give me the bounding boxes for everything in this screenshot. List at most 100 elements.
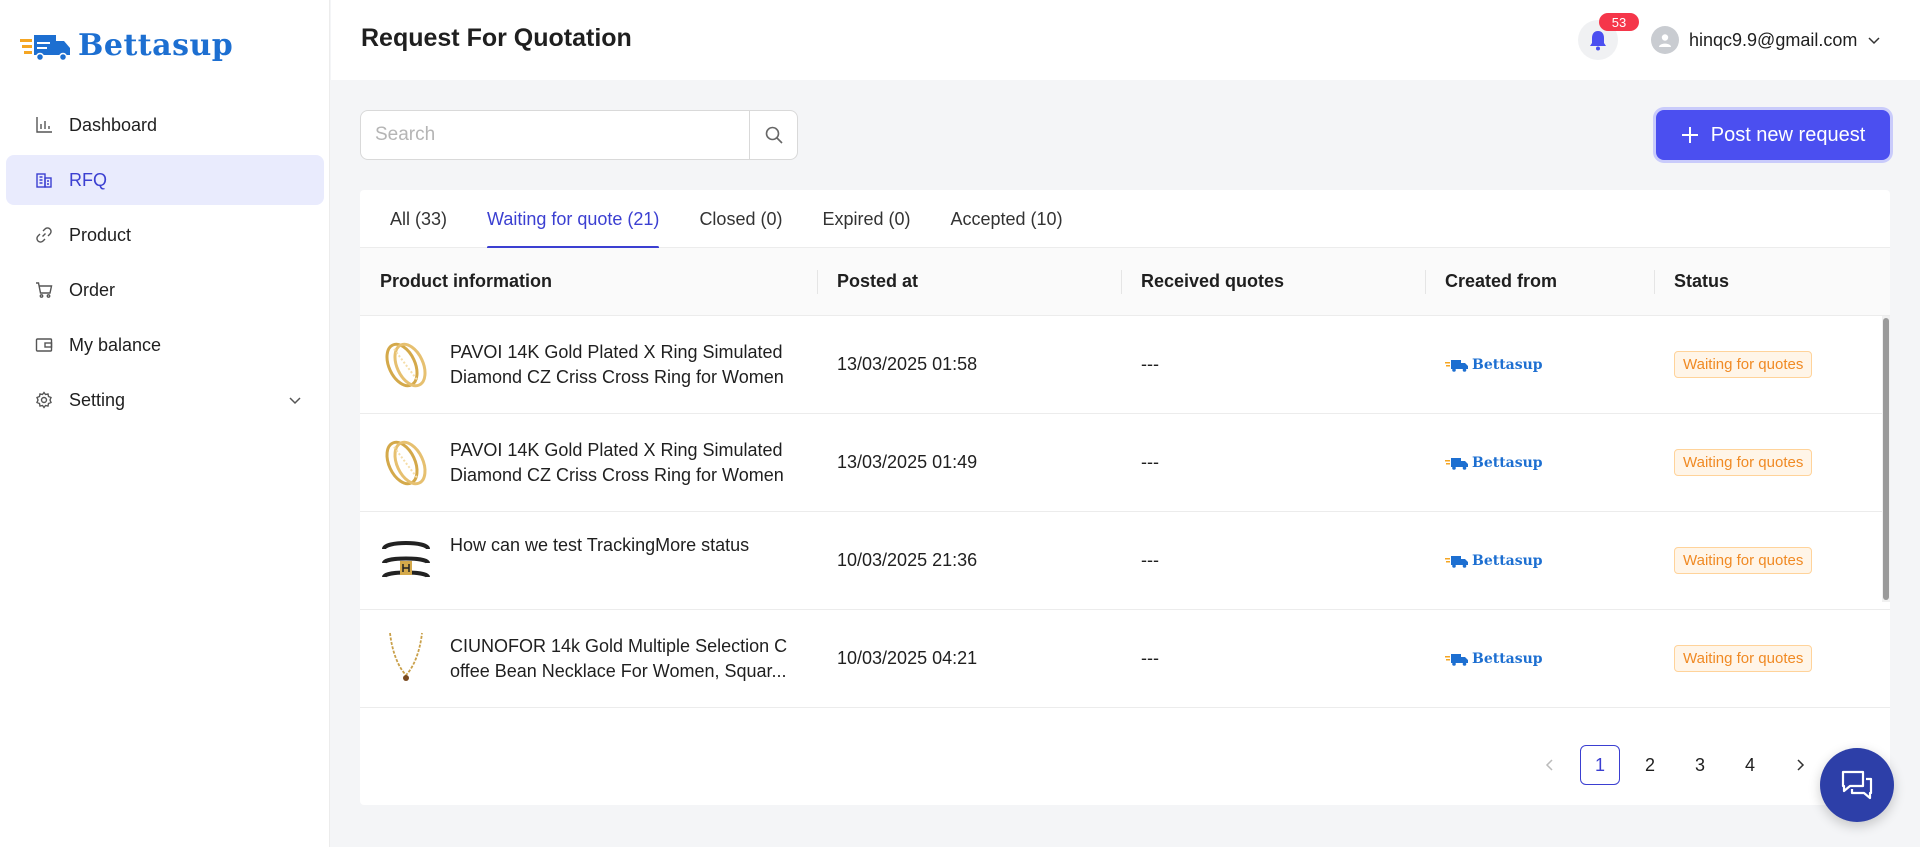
search-input[interactable] xyxy=(361,111,749,159)
product-thumbnail-ring xyxy=(385,440,427,485)
tab-waiting-for-quote[interactable]: Waiting for quote (21) xyxy=(487,190,660,249)
received-quotes: --- xyxy=(1141,452,1159,472)
notification-count-badge: 53 xyxy=(1599,13,1639,31)
sidebar-item-label: Setting xyxy=(69,389,126,410)
user-menu[interactable]: hinqc9.9@gmail.com xyxy=(1651,26,1881,54)
sidebar-item-my-balance[interactable]: My balance xyxy=(6,320,324,370)
sidebar-item-dashboard[interactable]: Dashboard xyxy=(6,100,324,150)
sidebar-item-label: RFQ xyxy=(69,169,107,190)
posted-at: 13/03/2025 01:49 xyxy=(837,452,978,472)
table-scrollbar[interactable] xyxy=(1882,316,1890,602)
sidebar-item-setting[interactable]: Setting xyxy=(6,375,324,425)
logo-truck-icon xyxy=(1445,653,1468,666)
next-page-button[interactable] xyxy=(1780,745,1820,785)
link-icon xyxy=(34,225,54,245)
prev-page-button[interactable] xyxy=(1530,745,1570,785)
top-header: Request For Quotation 53 hinqc9.9@gmail.… xyxy=(331,0,1920,80)
chevron-down-icon[interactable] xyxy=(288,391,302,412)
column-header-posted-at: Posted at xyxy=(817,248,1121,315)
table-header: Product information Posted at Received q… xyxy=(360,248,1890,316)
product-thumbnail-bracelet xyxy=(382,540,430,579)
column-header-product: Product information xyxy=(380,271,552,291)
table-body: PAVOI 14K Gold Plated X Ring Simulated D… xyxy=(360,316,1890,709)
created-from-text: Bettasup xyxy=(1472,356,1543,373)
product-name[interactable]: How can we test TrackingMore status xyxy=(450,533,800,558)
chat-button[interactable] xyxy=(1820,748,1894,822)
received-quotes: --- xyxy=(1141,354,1159,374)
brand-logo[interactable]: Bettasup xyxy=(20,28,233,63)
logo-truck-icon xyxy=(1445,457,1468,470)
user-icon xyxy=(1659,34,1671,47)
product-name[interactable]: PAVOI 14K Gold Plated X Ring Simulated D… xyxy=(450,340,800,390)
sidebar-item-product[interactable]: Product xyxy=(6,210,324,260)
chat-icon xyxy=(1841,770,1873,800)
created-from-logo: Bettasup xyxy=(1445,651,1543,667)
bell-icon xyxy=(1590,31,1606,51)
sidebar: Bettasup Dashboard RFQ Product Order My … xyxy=(0,0,330,847)
table-row[interactable]: PAVOI 14K Gold Plated X Ring Simulated D… xyxy=(360,414,1890,512)
rfq-card: All (33) Waiting for quote (21) Closed (… xyxy=(360,190,1890,805)
table-row[interactable]: PAVOI 14K Gold Plated X Ring Simulated D… xyxy=(360,316,1890,414)
page-1-button[interactable]: 1 xyxy=(1580,745,1620,785)
status-badge: Waiting for quotes xyxy=(1674,351,1813,378)
logo-truck-icon xyxy=(1445,359,1468,372)
gear-icon xyxy=(34,390,54,410)
page-4-button[interactable]: 4 xyxy=(1730,745,1770,785)
wallet-icon xyxy=(34,335,54,355)
post-new-request-button[interactable]: Post new request xyxy=(1656,110,1890,160)
received-quotes: --- xyxy=(1141,550,1159,570)
posted-at: 10/03/2025 04:21 xyxy=(837,648,978,668)
pagination: 1 2 3 4 xyxy=(1530,745,1820,785)
table-row[interactable]: CIUNOFOR 14k Gold Multiple Selection C o… xyxy=(360,610,1890,708)
page-3-button[interactable]: 3 xyxy=(1680,745,1720,785)
tab-accepted[interactable]: Accepted (10) xyxy=(951,190,1063,248)
chevron-left-icon xyxy=(1545,759,1553,771)
sidebar-item-label: My balance xyxy=(69,334,162,355)
plus-icon xyxy=(1681,127,1698,143)
logo-truck-icon xyxy=(1445,555,1468,568)
logo-truck-icon xyxy=(20,34,70,61)
sidebar-item-label: Product xyxy=(69,224,132,245)
tab-expired[interactable]: Expired (0) xyxy=(822,190,910,248)
product-thumbnail-ring xyxy=(385,342,427,387)
created-from-logo: Bettasup xyxy=(1445,553,1543,569)
table-row[interactable]: How can we test TrackingMore status 10/0… xyxy=(360,512,1890,610)
status-badge: Waiting for quotes xyxy=(1674,547,1813,574)
chevron-down-icon xyxy=(1868,37,1880,45)
avatar xyxy=(1651,26,1679,54)
sidebar-item-order[interactable]: Order xyxy=(6,265,324,315)
posted-at: 10/03/2025 21:36 xyxy=(837,550,978,570)
search-box xyxy=(360,110,798,160)
chevron-right-icon xyxy=(1797,759,1805,771)
column-header-received-quotes: Received quotes xyxy=(1121,248,1425,315)
scrollbar-thumb[interactable] xyxy=(1883,318,1889,600)
user-email: hinqc9.9@gmail.com xyxy=(1689,29,1858,50)
page-title: Request For Quotation xyxy=(361,24,632,52)
status-tabs: All (33) Waiting for quote (21) Closed (… xyxy=(360,190,1890,249)
logo-text: Bettasup xyxy=(78,28,234,63)
created-from-text: Bettasup xyxy=(1472,650,1543,667)
post-new-request-label: Post new request xyxy=(1710,123,1866,146)
product-name[interactable]: PAVOI 14K Gold Plated X Ring Simulated D… xyxy=(450,438,800,488)
created-from-text: Bettasup xyxy=(1472,552,1543,569)
sidebar-item-label: Order xyxy=(69,279,116,300)
created-from-text: Bettasup xyxy=(1472,454,1543,471)
product-thumbnail-necklace xyxy=(389,632,423,681)
status-badge: Waiting for quotes xyxy=(1674,645,1813,672)
column-header-status: Status xyxy=(1654,248,1890,315)
sidebar-item-rfq[interactable]: RFQ xyxy=(6,155,324,205)
received-quotes: --- xyxy=(1141,648,1159,668)
page-2-button[interactable]: 2 xyxy=(1630,745,1670,785)
tab-all[interactable]: All (33) xyxy=(390,190,447,248)
search-icon xyxy=(765,126,783,144)
tab-closed[interactable]: Closed (0) xyxy=(699,190,782,248)
status-badge: Waiting for quotes xyxy=(1674,449,1813,476)
product-name[interactable]: CIUNOFOR 14k Gold Multiple Selection C o… xyxy=(450,634,800,684)
posted-at: 13/03/2025 01:58 xyxy=(837,354,978,374)
search-button[interactable] xyxy=(749,111,797,159)
building-icon xyxy=(34,170,54,190)
created-from-logo: Bettasup xyxy=(1445,455,1543,471)
created-from-logo: Bettasup xyxy=(1445,357,1543,373)
sidebar-nav: Dashboard RFQ Product Order My balance S… xyxy=(6,100,324,430)
column-header-created-from: Created from xyxy=(1425,248,1654,315)
